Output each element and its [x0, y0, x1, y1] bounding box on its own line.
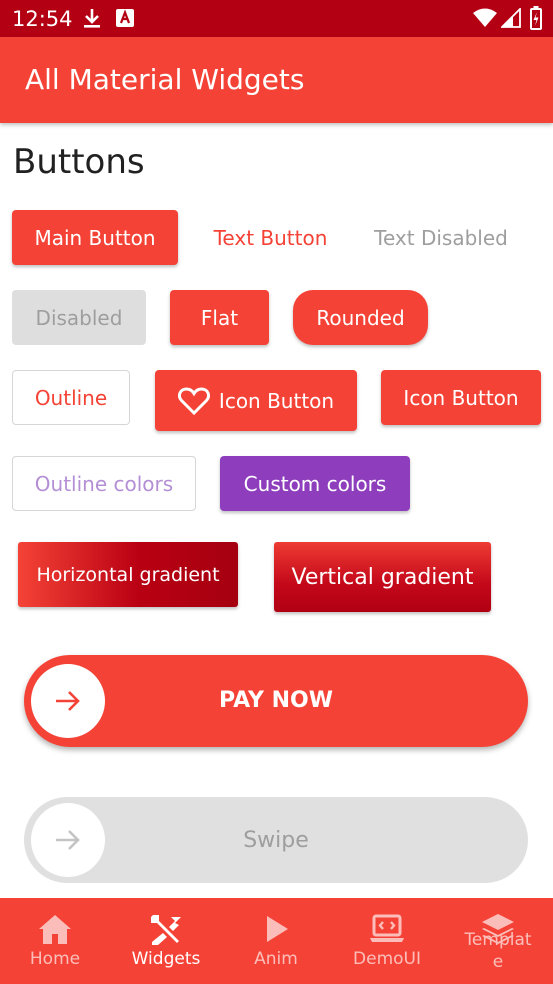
swipe-button[interactable]: Swipe — [24, 797, 528, 883]
nav-item-widgets[interactable]: Widgets — [111, 898, 221, 984]
outline-button[interactable]: Outline — [12, 370, 130, 425]
text-button[interactable]: Text Button — [203, 210, 338, 265]
wifi-icon — [473, 8, 497, 33]
status-time: 12:54 — [12, 7, 73, 31]
flat-button[interactable]: Flat — [170, 290, 269, 345]
vertical-gradient-button[interactable]: Vertical gradient — [274, 542, 491, 612]
battery-icon — [530, 6, 542, 35]
pay-now-label: PAY NOW — [219, 688, 333, 713]
main-button[interactable]: Main Button — [12, 210, 178, 265]
rounded-button[interactable]: Rounded — [293, 290, 428, 345]
nav-item-home[interactable]: Home — [0, 898, 110, 984]
horizontal-gradient-button[interactable]: Horizontal gradient — [18, 542, 238, 607]
nav-item-template[interactable]: Templat e — [443, 898, 553, 984]
text-disabled-button: Text Disabled — [374, 225, 508, 250]
heart-icon — [177, 386, 210, 415]
nav-label-demoui: DemoUI — [353, 949, 421, 969]
disabled-button: Disabled — [12, 290, 146, 345]
tools-icon — [148, 912, 184, 946]
nav-item-anim[interactable]: Anim — [221, 898, 331, 984]
swipe-label: Swipe — [243, 828, 309, 853]
status-bar: 12:54 — [0, 0, 553, 37]
app-bar: All Material Widgets — [0, 37, 553, 123]
signal-icon — [499, 6, 521, 33]
play-icon — [258, 912, 294, 946]
a-square-icon — [116, 9, 134, 32]
nav-label-anim: Anim — [254, 949, 298, 969]
nav-item-demoui[interactable]: DemoUI — [332, 898, 442, 984]
icon-button[interactable]: Icon Button — [381, 370, 541, 425]
outline-colors-button[interactable]: Outline colors — [12, 456, 196, 511]
bottom-navigation: Home Widgets Anim DemoUI Templat e — [0, 898, 553, 984]
section-title: Buttons — [13, 142, 145, 182]
icon-button-with-heart[interactable]: Icon Button — [155, 370, 357, 431]
download-icon — [82, 7, 102, 34]
laptop-code-icon — [369, 912, 405, 946]
pay-now-swipe-button[interactable]: PAY NOW — [24, 655, 528, 747]
app-title: All Material Widgets — [25, 63, 305, 96]
custom-colors-button[interactable]: Custom colors — [220, 456, 410, 511]
home-icon — [37, 912, 73, 946]
nav-label-widgets: Widgets — [131, 949, 201, 969]
nav-label-home: Home — [29, 949, 81, 969]
icon-button-label: Icon Button — [218, 388, 335, 413]
nav-label-template: Templat e — [464, 930, 532, 972]
